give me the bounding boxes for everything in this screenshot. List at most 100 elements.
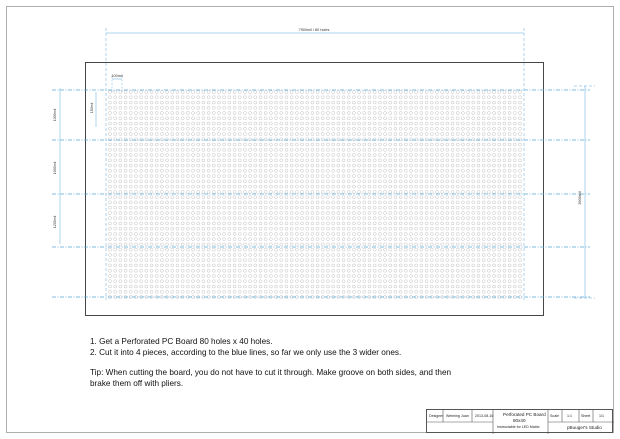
board-hole (217, 253, 221, 257)
board-hole (435, 232, 439, 236)
board-hole (513, 216, 517, 220)
board-hole (149, 279, 154, 283)
board-hole (383, 153, 387, 157)
board-hole (134, 211, 138, 215)
board-hole (347, 216, 351, 220)
board-hole (206, 116, 211, 121)
board-hole (113, 184, 117, 189)
board-hole (206, 137, 211, 142)
board-hole (518, 247, 522, 252)
board-hole (487, 268, 491, 273)
board-hole (378, 142, 382, 147)
board-hole (269, 221, 273, 226)
board-hole (518, 163, 522, 168)
board-hole (378, 163, 382, 168)
board-hole (367, 174, 372, 178)
board-hole (263, 268, 268, 273)
board-hole (123, 258, 128, 262)
board-hole (248, 121, 252, 126)
board-hole (466, 100, 470, 105)
board-hole (435, 263, 439, 268)
board-hole (487, 121, 491, 126)
board-hole (352, 169, 356, 173)
board-hole (404, 237, 408, 241)
board-hole (336, 205, 341, 210)
board-hole (134, 221, 138, 226)
board-hole (507, 242, 512, 247)
board-hole (139, 132, 143, 136)
board-hole (149, 148, 154, 152)
board-hole (455, 111, 460, 115)
board-hole (165, 163, 169, 168)
board-hole (300, 142, 304, 147)
board-hole (409, 247, 413, 252)
board-hole (305, 290, 309, 294)
board-hole (315, 290, 320, 294)
board-hole (435, 190, 439, 194)
board-hole (144, 290, 149, 294)
board-hole (243, 163, 247, 168)
board-hole (186, 95, 190, 99)
board-hole (466, 279, 470, 283)
board-hole (461, 284, 465, 289)
board-hole (502, 268, 507, 273)
board-hole (492, 226, 496, 231)
board-hole (108, 121, 112, 126)
board-hole (186, 263, 190, 268)
board-hole (144, 221, 149, 226)
board-hole (154, 200, 159, 205)
board-hole (134, 132, 138, 136)
board-hole (295, 268, 299, 273)
board-hole (279, 247, 283, 252)
board-hole (347, 100, 351, 105)
board-hole (191, 163, 195, 168)
board-hole (336, 247, 341, 252)
board-hole (388, 111, 392, 115)
board-hole (217, 195, 221, 199)
board-hole (232, 232, 237, 236)
board-hole (165, 95, 169, 99)
board-hole (310, 158, 315, 163)
board-hole (513, 100, 517, 105)
board-hole (279, 221, 283, 226)
board-hole (191, 211, 195, 215)
board-hole (424, 163, 429, 168)
board-hole (471, 274, 476, 278)
board-hole (518, 148, 522, 152)
board-hole (144, 263, 149, 268)
board-hole (310, 279, 315, 283)
board-hole (269, 268, 273, 273)
board-hole (232, 200, 237, 205)
board-hole (144, 174, 149, 178)
board-hole (362, 216, 367, 220)
board-hole (232, 142, 237, 147)
board-hole (315, 179, 320, 184)
board-hole (191, 216, 195, 220)
board-hole (175, 95, 180, 99)
board-hole (289, 121, 294, 126)
board-hole (378, 137, 382, 142)
board-hole (362, 100, 367, 105)
board-hole (440, 290, 444, 294)
board-hole (243, 95, 247, 99)
board-hole (201, 116, 206, 121)
board-hole (321, 184, 325, 189)
board-hole (331, 179, 335, 184)
board-hole (108, 127, 112, 131)
board-hole (481, 263, 486, 268)
board-hole (108, 106, 112, 110)
board-hole (341, 132, 346, 136)
board-hole (440, 116, 444, 121)
board-hole (269, 90, 273, 94)
board-hole (507, 100, 512, 105)
board-hole (165, 221, 169, 226)
board-hole (430, 195, 434, 199)
board-hole (409, 284, 413, 289)
board-hole (165, 116, 169, 121)
board-hole (393, 158, 398, 163)
board-hole (212, 290, 216, 294)
board-hole (492, 274, 496, 278)
board-hole (440, 263, 444, 268)
board-hole (378, 242, 382, 247)
board-hole (326, 111, 330, 115)
